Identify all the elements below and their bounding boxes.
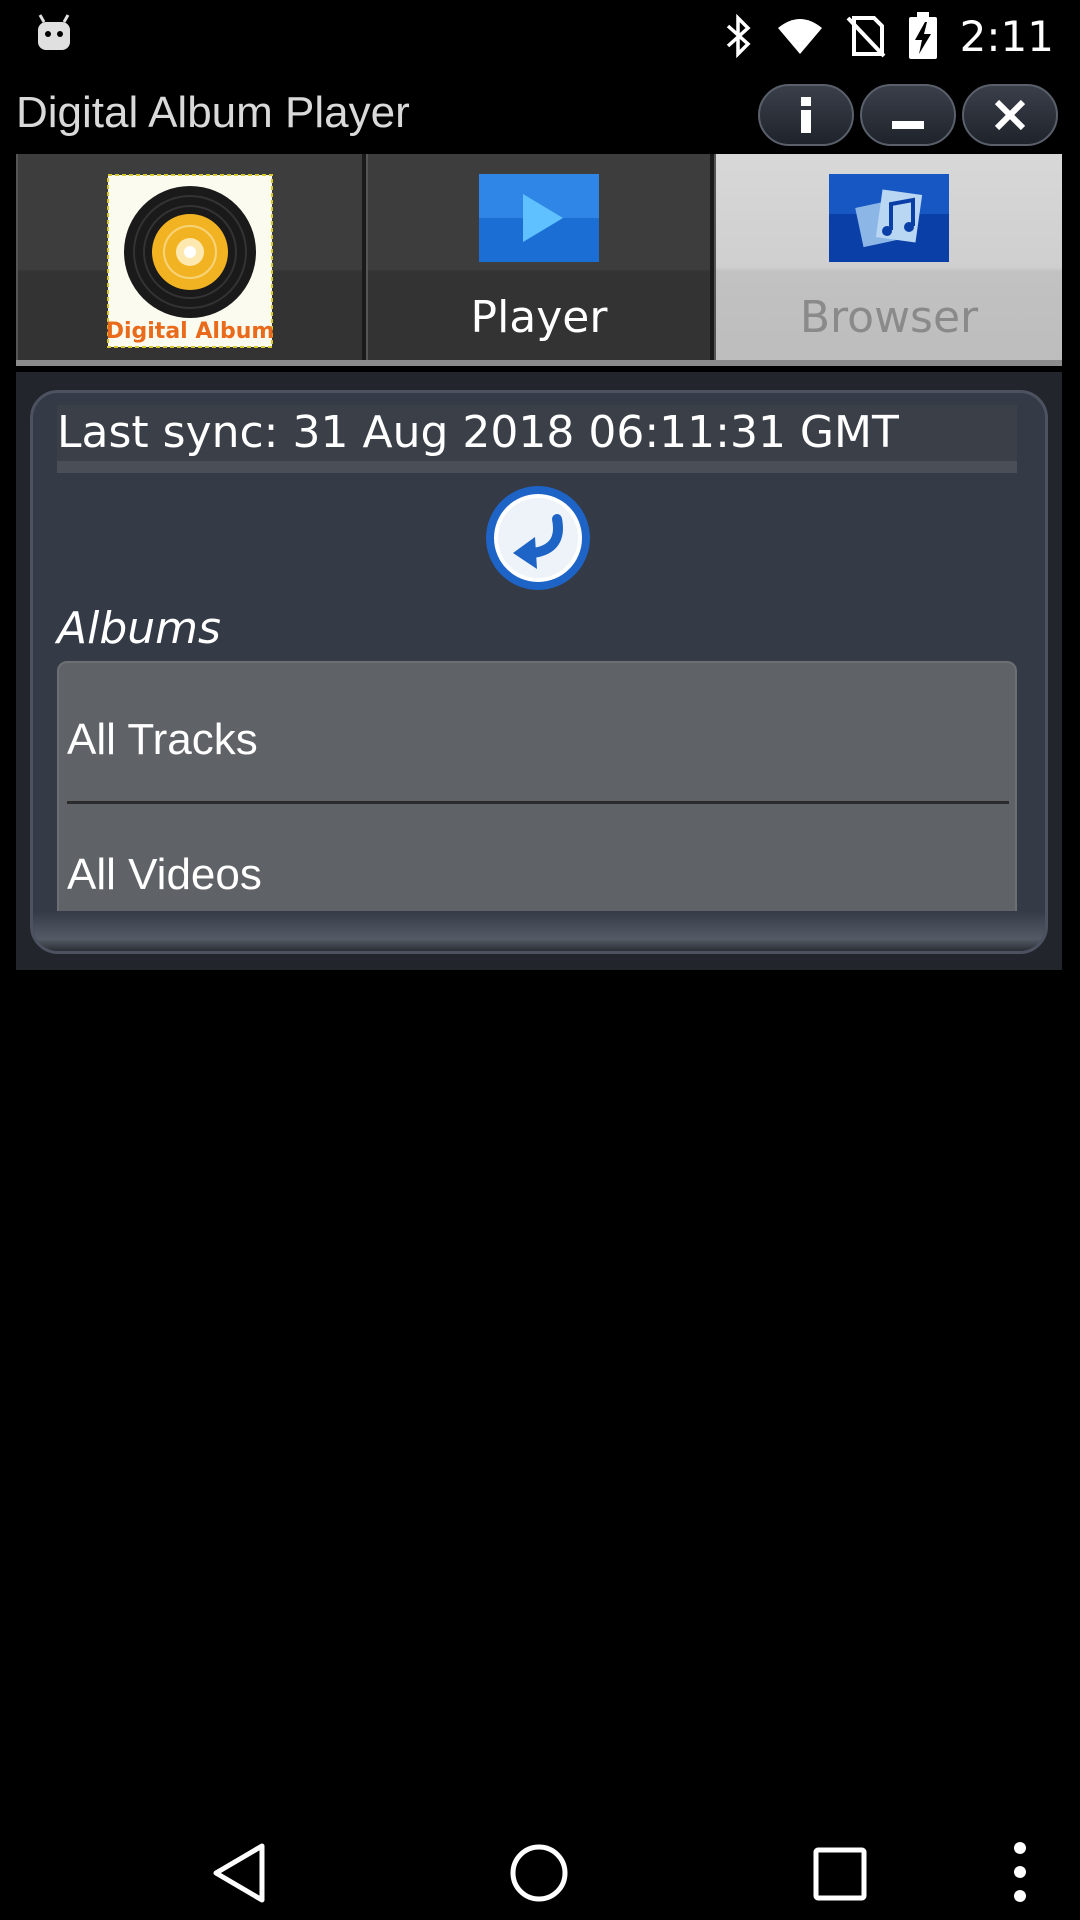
wifi-icon [777,19,822,54]
digital-album-logo-icon: Digital Album [106,174,274,352]
tab-browser[interactable]: Browser [714,154,1062,360]
refresh-back-arrow-icon[interactable] [483,483,593,593]
logo-text: Digital Album [107,319,273,344]
battery-charging-icon [908,12,937,59]
tab-underline [16,360,1062,366]
info-icon [801,97,811,133]
list-item-label: All Videos [67,850,262,899]
tab-strip: Digital Album Player Browser [16,154,1062,366]
android-debug-icon [38,14,70,50]
minimize-button[interactable] [860,84,956,146]
list-divider [67,801,1009,804]
last-sync-text: Last sync: 31 Aug 2018 06:11:31 GMT [57,407,899,458]
browser-panel-frame: Last sync: 31 Aug 2018 06:11:31 GMT Albu… [16,372,1062,970]
tab-player-label: Player [470,292,608,343]
status-icons: 2:11 [724,10,1054,62]
info-button[interactable] [758,84,854,146]
app-title: Digital Album Player [16,88,410,137]
tab-album[interactable]: Digital Album [16,154,366,360]
panel-bottom-edge [33,911,1045,951]
albums-list: All Tracks All Videos [57,661,1017,947]
sync-divider [57,461,1017,473]
play-icon [479,174,599,266]
list-item-label: All Tracks [67,715,258,764]
browser-panel: Last sync: 31 Aug 2018 06:11:31 GMT Albu… [30,390,1048,954]
close-icon [994,99,1026,131]
window-controls [758,84,1064,146]
bluetooth-icon [726,14,751,58]
tab-browser-label: Browser [799,292,979,343]
close-button[interactable] [962,84,1058,146]
tab-player[interactable]: Player [366,154,714,360]
list-item-all-tracks[interactable]: All Tracks [67,671,1007,801]
music-library-icon [829,174,949,266]
more-options-icon[interactable] [1010,1840,1030,1904]
recents-icon[interactable] [812,1846,868,1902]
status-clock: 2:11 [959,11,1054,61]
screen: 2:11 Digital Album Player Digital Album … [0,0,1080,1920]
minimize-icon [892,121,924,129]
sync-status-bar: Last sync: 31 Aug 2018 06:11:31 GMT [57,405,1017,461]
navigation-bar [0,1790,1080,1920]
home-icon[interactable] [508,1842,570,1904]
status-bar: 2:11 [0,0,1080,72]
albums-section-label: Albums [57,603,221,654]
back-icon[interactable] [210,1842,270,1904]
no-sim-icon [846,16,886,58]
